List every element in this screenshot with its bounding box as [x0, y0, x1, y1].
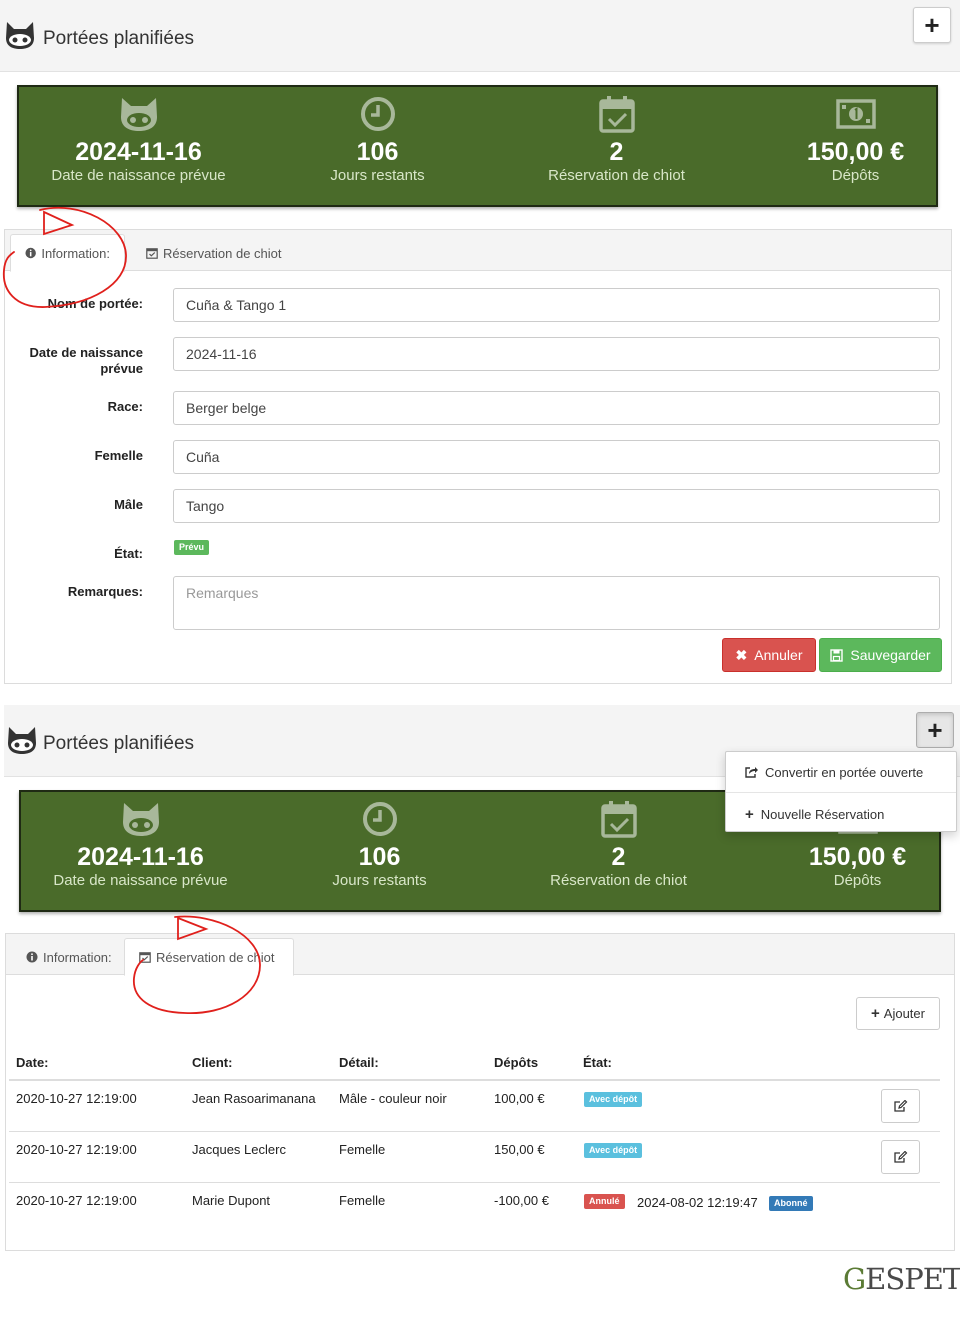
plus-icon: +	[871, 1005, 880, 1022]
cancel-button[interactable]: ✖ Annuler	[722, 638, 816, 672]
status-badge: Annulé	[584, 1194, 625, 1209]
status-badge: Avec dépôt	[584, 1143, 643, 1158]
femelle-input[interactable]: Cuña	[173, 440, 940, 474]
stat-days-left: 106 Jours restants	[260, 792, 499, 889]
row-divider	[9, 1131, 940, 1132]
cat-face-icon	[122, 803, 159, 836]
reservation-panel: Information: Réservation de chiot	[5, 933, 955, 1251]
add-menu-button[interactable]: +	[916, 712, 954, 748]
calendar-icon	[146, 248, 158, 259]
male-input[interactable]: Tango	[173, 489, 940, 523]
plus-icon: +	[745, 805, 754, 823]
calendar-check-icon	[598, 96, 635, 133]
calendar-icon	[139, 952, 151, 963]
col-header-client: Client:	[192, 1055, 233, 1070]
remarques-label: Remarques:	[67, 584, 143, 599]
status-badge: Prévu	[174, 540, 210, 555]
add-reservation-button[interactable]: + Ajouter	[856, 997, 940, 1030]
cat-logo-icon	[8, 727, 36, 754]
edit-icon	[893, 1151, 907, 1163]
page-title: Portées planifiées	[43, 28, 195, 49]
race-input[interactable]: Berger belge	[173, 391, 940, 425]
col-header-detail: Détail:	[339, 1055, 379, 1070]
edit-reservation-button[interactable]	[881, 1089, 920, 1123]
edit-reservation-button[interactable]	[881, 1140, 920, 1174]
save-button[interactable]: Sauvegarder	[819, 638, 942, 672]
add-menu-button[interactable]: +	[913, 7, 951, 43]
femelle-label: Femelle	[94, 448, 143, 463]
stat-reservations: 2 Réservation de chiot	[497, 87, 736, 184]
menu-divider	[726, 792, 956, 793]
stat-reservations: 2 Réservation de chiot	[499, 792, 738, 889]
share-square-icon	[745, 767, 758, 778]
new-reservation-menu-item[interactable]: + Nouvelle Réservation	[726, 794, 956, 834]
cancel-date: 2024-08-02 12:19:47	[637, 1195, 758, 1210]
cat-logo-icon	[6, 22, 34, 49]
tab-information[interactable]: Information:	[10, 234, 125, 272]
nom-label: Nom de portée:	[47, 296, 143, 311]
tab-bar: Information: Réservation de chiot	[5, 230, 951, 272]
plus-icon: +	[927, 714, 943, 745]
clock-icon	[362, 802, 397, 836]
info-circle-icon	[25, 247, 36, 259]
page-header: Portées planifiées +	[0, 0, 960, 72]
row-divider	[9, 1182, 940, 1183]
male-label: Mâle	[114, 497, 143, 512]
tab-bar: Information: Réservation de chiot	[6, 934, 954, 976]
clock-icon	[360, 97, 395, 131]
tab-reservation[interactable]: Réservation de chiot	[124, 938, 294, 976]
stat-deposits: 150,00 € Dépôts	[736, 87, 960, 184]
stat-days-left: 106 Jours restants	[258, 87, 497, 184]
info-circle-icon	[26, 951, 38, 963]
nom-input[interactable]: Cuña & Tango 1	[173, 288, 940, 322]
subscriber-badge: Abonné	[769, 1196, 813, 1211]
date-input[interactable]: 2024-11-16	[173, 337, 940, 371]
close-icon: ✖	[735, 646, 748, 663]
add-dropdown-menu: Convertir en portée ouverte + Nouvelle R…	[725, 751, 957, 832]
status-badge: Avec dépôt	[584, 1092, 643, 1107]
page-title: Portées planifiées	[43, 733, 195, 754]
cat-face-icon	[120, 98, 157, 131]
convert-menu-item[interactable]: Convertir en portée ouverte	[726, 752, 956, 792]
brand-logo: GESPET	[843, 1262, 960, 1296]
stat-birth-date: 2024-11-16 Date de naissance prévue	[21, 792, 260, 889]
calendar-check-icon	[600, 801, 637, 838]
etat-label: État:	[114, 546, 143, 561]
money-icon	[835, 99, 876, 129]
col-header-etat: État:	[583, 1055, 612, 1070]
tab-reservation[interactable]: Réservation de chiot	[132, 234, 296, 272]
date-label: Date de naissance prévue	[29, 345, 143, 376]
plus-icon: +	[924, 9, 940, 40]
remarques-textarea[interactable]: Remarques	[173, 576, 940, 630]
race-label: Race:	[107, 399, 143, 414]
col-header-depots: Dépôts	[494, 1055, 539, 1070]
edit-icon	[893, 1100, 907, 1112]
col-header-date: Date:	[16, 1055, 49, 1070]
stats-banner: 2024-11-16 Date de naissance prévue 106 …	[17, 85, 938, 207]
tab-information[interactable]: Information:	[12, 938, 126, 976]
table-header-divider	[9, 1079, 940, 1081]
floppy-disk-icon	[830, 648, 844, 662]
stat-birth-date: 2024-11-16 Date de naissance prévue	[19, 87, 258, 184]
